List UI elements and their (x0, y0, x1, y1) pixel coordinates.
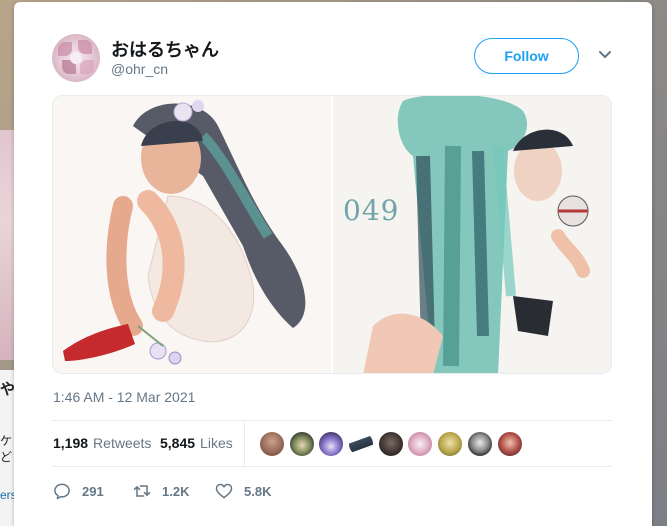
artwork-girl-with-ball (363, 96, 590, 373)
retweets-stat[interactable]: 1,198 Retweets (53, 435, 151, 451)
artwork-girl-sitting (63, 100, 306, 365)
reply-icon (54, 483, 70, 500)
divider (244, 421, 245, 466)
background-artwork (0, 130, 14, 360)
heart-icon (215, 483, 233, 499)
liker-avatar[interactable] (407, 431, 434, 457)
tweet-timestamp[interactable]: 1:46 AM - 12 Mar 2021 (53, 389, 195, 405)
liker-avatar[interactable] (348, 431, 375, 457)
divider (52, 420, 612, 421)
like-count: 5.8K (244, 483, 272, 499)
background-text: や (0, 381, 16, 398)
retweets-count: 1,198 (53, 435, 89, 451)
chevron-down-icon[interactable] (598, 50, 612, 60)
background-text: ど (0, 450, 13, 464)
liker-avatars (259, 431, 526, 457)
liker-avatar[interactable] (318, 431, 345, 457)
tweet-actions: 291 1.2K 5.8K (52, 480, 271, 502)
author-avatar[interactable] (52, 34, 100, 82)
liker-avatar[interactable] (437, 431, 464, 457)
divider (52, 466, 612, 467)
tweet-card: おはるちゃん @ohr_cn Follow 049 1:46 AM - 12 M… (14, 2, 652, 526)
author-handle[interactable]: @ohr_cn (111, 61, 168, 77)
liker-avatar[interactable] (377, 431, 404, 457)
artwork-right-panel[interactable]: 049 (333, 96, 611, 373)
reply-action[interactable]: 291 (52, 481, 132, 501)
like-action[interactable]: 5.8K (214, 481, 271, 501)
liker-avatar[interactable] (496, 431, 523, 457)
liker-avatar[interactable] (466, 431, 493, 457)
retweet-icon (133, 485, 151, 497)
likes-count: 5,845 (160, 435, 196, 451)
author-display-name[interactable]: おはるちゃん (111, 36, 219, 62)
reply-count: 291 (82, 483, 104, 499)
tweet-media[interactable]: 049 (52, 95, 612, 374)
artwork-left-panel[interactable] (53, 96, 331, 373)
liker-avatar[interactable] (259, 431, 285, 457)
background-card: や ケ ど ers (0, 370, 17, 526)
follow-button[interactable]: Follow (474, 38, 579, 74)
likes-label: Likes (200, 435, 233, 451)
likes-stat[interactable]: 5,845 Likes (160, 435, 233, 451)
background-text: ケ (0, 434, 13, 448)
retweet-action[interactable]: 1.2K (132, 481, 214, 501)
liker-avatar[interactable] (288, 431, 315, 457)
retweets-label: Retweets (93, 435, 152, 451)
retweet-count: 1.2K (162, 483, 190, 499)
